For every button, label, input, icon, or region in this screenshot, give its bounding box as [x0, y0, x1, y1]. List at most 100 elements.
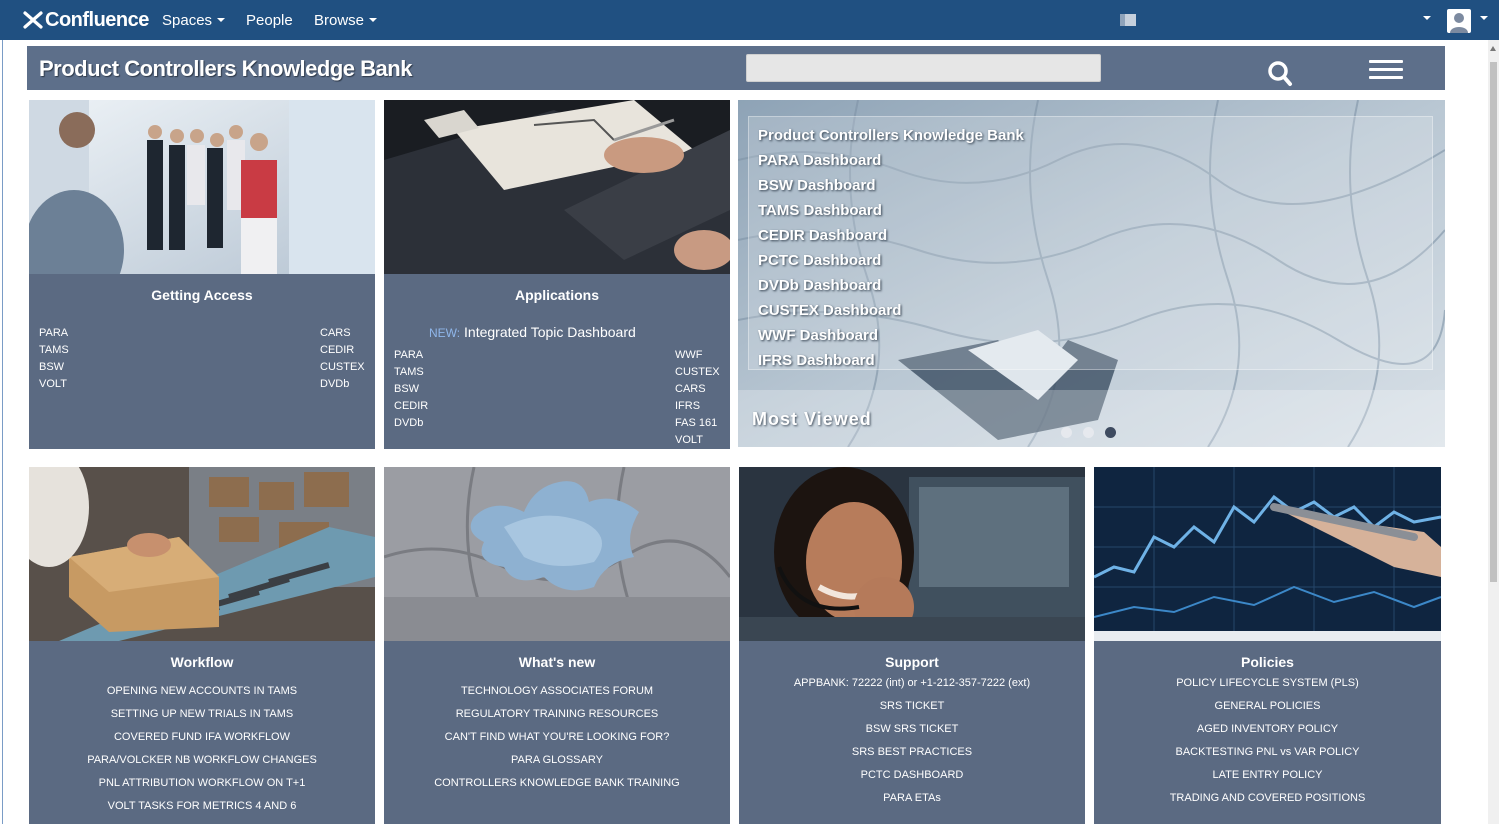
- app-link-para[interactable]: PARA: [394, 347, 428, 364]
- access-link-para[interactable]: PARA: [39, 325, 69, 342]
- carousel-link-pctc[interactable]: PCTC Dashboard: [758, 252, 881, 269]
- confluence-x-icon: [23, 11, 43, 29]
- app-link-fas161[interactable]: FAS 161: [675, 415, 720, 432]
- blue-puzzle-image: [384, 467, 730, 641]
- whats-new-link[interactable]: CONTROLLERS KNOWLEDGE BANK TRAINING: [384, 776, 730, 799]
- workflow-link[interactable]: VOLT TASKS FOR METRICS 4 AND 6: [29, 799, 375, 822]
- workflow-link[interactable]: PNL ATTRIBUTION WORKFLOW ON T+1: [29, 776, 375, 799]
- tile-title: What's new: [518, 654, 596, 670]
- nav-spaces-label: Spaces: [162, 12, 213, 29]
- carousel-link-dvdb[interactable]: DVDb Dashboard: [758, 277, 881, 294]
- app-link-dvdb[interactable]: DVDb: [394, 415, 428, 432]
- carousel-link-ifrs[interactable]: IFRS Dashboard: [758, 352, 875, 369]
- workflow-link[interactable]: PARA/VOLCKER NB WORKFLOW CHANGES: [29, 753, 375, 776]
- tile-title: Applications: [514, 287, 599, 303]
- tile-whats-new: What's new TECHNOLOGY ASSOCIATES FORUM R…: [384, 467, 730, 824]
- policy-link[interactable]: POLICY LIFECYCLE SYSTEM (PLS): [1094, 676, 1441, 699]
- app-link-volt[interactable]: VOLT: [675, 432, 720, 449]
- confluence-logo[interactable]: Confluence: [22, 7, 149, 33]
- applications-right-list: WWF CUSTEX CARS IFRS FAS 161 VOLT: [675, 347, 720, 449]
- app-link-cars[interactable]: CARS: [675, 381, 720, 398]
- scroll-up-icon[interactable]: [1490, 46, 1496, 51]
- access-link-dvdb[interactable]: DVDb: [320, 376, 365, 393]
- new-badge: NEW:: [429, 326, 461, 340]
- chevron-down-icon: [217, 18, 226, 23]
- workflow-link[interactable]: COVERED FUND IFA WORKFLOW: [29, 730, 375, 753]
- help-menu-chevron-icon[interactable]: [1423, 16, 1431, 20]
- warehouse-box-image: [29, 467, 375, 641]
- tile-title: Support: [885, 654, 939, 670]
- policy-link[interactable]: BACKTESTING PNL vs VAR POLICY: [1094, 745, 1441, 768]
- page-scrollbar[interactable]: [1488, 40, 1499, 824]
- carousel-link-custex[interactable]: CUSTEX Dashboard: [758, 302, 901, 319]
- policy-link[interactable]: TRADING AND COVERED POSITIONS: [1094, 791, 1441, 814]
- whats-new-link[interactable]: REGULATORY TRAINING RESOURCES: [384, 707, 730, 730]
- tile-getting-access: Getting Access PARA TAMS BSW VOLT CARS C…: [29, 100, 375, 449]
- app-link-ifrs[interactable]: IFRS: [675, 398, 720, 415]
- workflow-link[interactable]: OPENING NEW ACCOUNTS IN TAMS: [29, 684, 375, 707]
- tile-policies: Policies POLICY LIFECYCLE SYSTEM (PLS) G…: [1094, 467, 1441, 824]
- support-link[interactable]: SRS TICKET: [739, 699, 1085, 722]
- carousel-link-wwf[interactable]: WWF Dashboard: [758, 327, 878, 344]
- search-icon[interactable]: [1265, 59, 1295, 89]
- applications-left-list: PARA TAMS BSW CEDIR DVDb: [394, 347, 428, 432]
- app-link-bsw[interactable]: BSW: [394, 381, 428, 398]
- support-link[interactable]: PCTC DASHBOARD: [739, 768, 1085, 791]
- whats-new-link[interactable]: PARA GLOSSARY: [384, 753, 730, 776]
- hamburger-menu-icon[interactable]: [1369, 60, 1403, 80]
- nav-browse-menu[interactable]: Browse: [314, 12, 378, 29]
- policy-link[interactable]: LATE ENTRY POLICY: [1094, 768, 1441, 791]
- support-list: APPBANK: 72222 (int) or +1-212-357-7222 …: [739, 676, 1085, 814]
- support-agent-image: [739, 467, 1085, 641]
- carousel-link-para[interactable]: PARA Dashboard: [758, 152, 881, 169]
- carousel-link-kb[interactable]: Product Controllers Knowledge Bank: [758, 127, 1024, 144]
- tile-applications: Applications NEW: Integrated Topic Dashb…: [384, 100, 730, 449]
- scrollbar-thumb[interactable]: [1490, 62, 1497, 582]
- getting-access-left-list: PARA TAMS BSW VOLT: [39, 325, 69, 393]
- app-link-custex[interactable]: CUSTEX: [675, 364, 720, 381]
- business-people-image: [29, 100, 375, 274]
- tile-title: Policies: [1241, 654, 1294, 670]
- carousel-link-bsw[interactable]: BSW Dashboard: [758, 177, 876, 194]
- app-link-cedir[interactable]: CEDIR: [394, 398, 428, 415]
- workflow-link[interactable]: SETTING UP NEW TRIALS IN TAMS: [29, 707, 375, 730]
- new-dashboard-link[interactable]: NEW: Integrated Topic Dashboard: [429, 324, 636, 340]
- nav-spaces-menu[interactable]: Spaces: [162, 12, 226, 29]
- getting-access-right-list: CARS CEDIR CUSTEX DVDb: [320, 325, 365, 393]
- whats-new-link[interactable]: CAN'T FIND WHAT YOU'RE LOOKING FOR?: [384, 730, 730, 753]
- access-link-cars[interactable]: CARS: [320, 325, 365, 342]
- access-link-bsw[interactable]: BSW: [39, 359, 69, 376]
- carousel-dot-3[interactable]: [1105, 427, 1116, 438]
- tile-title: Workflow: [170, 654, 234, 670]
- search-input[interactable]: [746, 54, 1101, 82]
- kb-header: Product Controllers Knowledge Bank: [27, 46, 1445, 90]
- support-link[interactable]: PARA ETAs: [739, 791, 1085, 814]
- support-appbank-text: APPBANK: 72222 (int) or +1-212-357-7222 …: [793, 677, 1031, 689]
- access-link-custex[interactable]: CUSTEX: [320, 359, 365, 376]
- tile-title: Getting Access: [151, 287, 253, 303]
- policy-link[interactable]: GENERAL POLICIES: [1094, 699, 1441, 722]
- dashboard-carousel: Product Controllers Knowledge Bank PARA …: [738, 100, 1445, 447]
- page-title: Product Controllers Knowledge Bank: [39, 56, 412, 81]
- nav-people-link[interactable]: People: [246, 12, 293, 29]
- carousel-link-cedir[interactable]: CEDIR Dashboard: [758, 227, 887, 244]
- carousel-caption: Most Viewed: [752, 409, 872, 429]
- whats-new-link[interactable]: TECHNOLOGY ASSOCIATES FORUM: [384, 684, 730, 707]
- policies-list: POLICY LIFECYCLE SYSTEM (PLS) GENERAL PO…: [1094, 676, 1441, 814]
- sidebar-toggle-icon[interactable]: [1120, 14, 1136, 26]
- carousel-link-tams[interactable]: TAMS Dashboard: [758, 202, 882, 219]
- carousel-dot-2[interactable]: [1083, 427, 1094, 438]
- user-avatar-icon[interactable]: [1447, 9, 1471, 33]
- carousel-dot-1[interactable]: [1061, 427, 1072, 438]
- dashboard-links-panel: Product Controllers Knowledge Bank PARA …: [748, 116, 1433, 370]
- user-menu-chevron-icon[interactable]: [1480, 16, 1488, 20]
- whats-new-list: TECHNOLOGY ASSOCIATES FORUM REGULATORY T…: [384, 684, 730, 799]
- support-link[interactable]: SRS BEST PRACTICES: [739, 745, 1085, 768]
- support-link[interactable]: BSW SRS TICKET: [739, 722, 1085, 745]
- app-link-tams[interactable]: TAMS: [394, 364, 428, 381]
- access-link-cedir[interactable]: CEDIR: [320, 342, 365, 359]
- access-link-volt[interactable]: VOLT: [39, 376, 69, 393]
- access-link-tams[interactable]: TAMS: [39, 342, 69, 359]
- app-link-wwf[interactable]: WWF: [675, 347, 720, 364]
- policy-link[interactable]: AGED INVENTORY POLICY: [1094, 722, 1441, 745]
